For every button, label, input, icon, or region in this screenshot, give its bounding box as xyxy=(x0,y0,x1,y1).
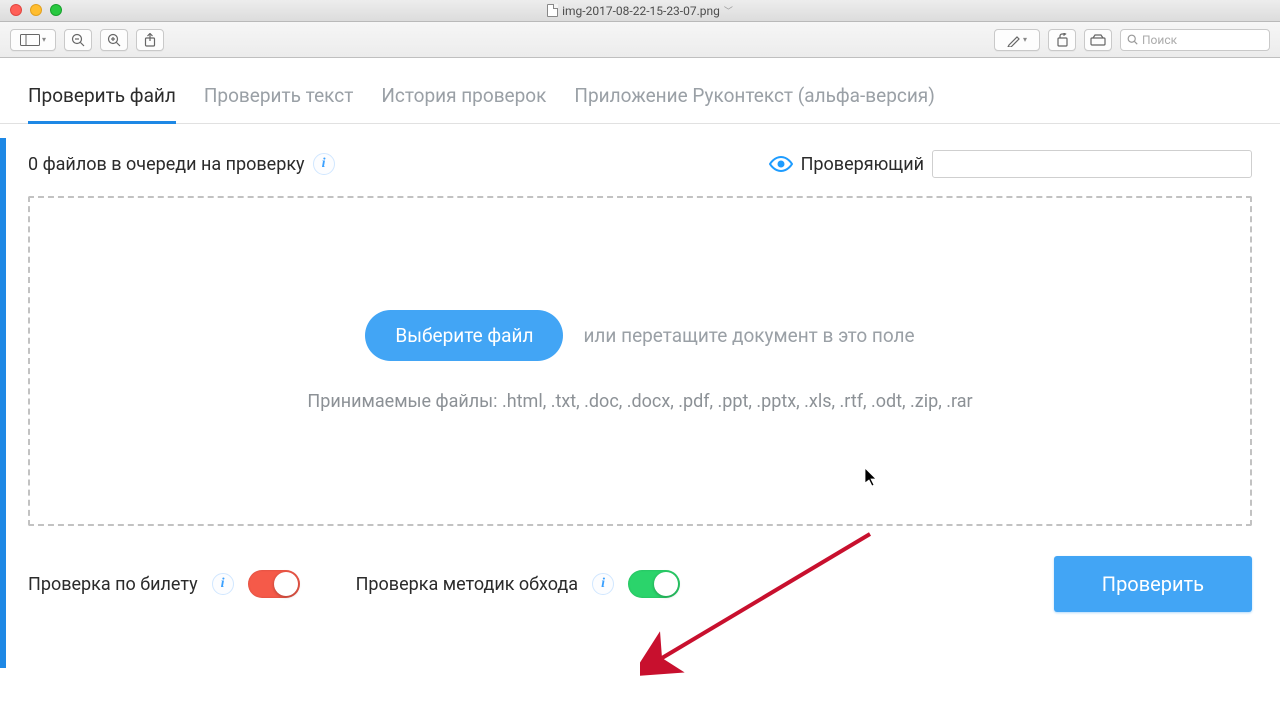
queue-status-label: 0 файлов в очереди на проверку xyxy=(28,154,305,175)
file-dropzone[interactable]: Выберите файл или перетащите документ в … xyxy=(28,196,1252,526)
fullscreen-window-button[interactable] xyxy=(50,4,62,16)
close-window-button[interactable] xyxy=(10,4,22,16)
app-tabs: Проверить файл Проверить текст История п… xyxy=(0,58,1280,124)
tab-history[interactable]: История проверок xyxy=(381,84,546,123)
chevron-down-icon[interactable]: ﹀ xyxy=(724,4,733,17)
bypass-check-info-icon[interactable]: i xyxy=(592,573,614,595)
markup-button[interactable] xyxy=(1084,29,1112,51)
rotate-button[interactable] xyxy=(1048,29,1076,51)
file-icon xyxy=(547,4,558,17)
window-filename: img-2017-08-22-15-23-07.png xyxy=(562,4,720,18)
eye-icon xyxy=(769,156,793,172)
bypass-check-toggle[interactable] xyxy=(628,570,680,598)
side-accent-strip xyxy=(0,138,6,668)
ticket-check-toggle[interactable] xyxy=(248,570,300,598)
choose-file-button[interactable]: Выберите файл xyxy=(365,310,563,361)
zoom-out-button[interactable] xyxy=(64,29,92,51)
drag-hint-text: или перетащите документ в это поле xyxy=(583,324,914,347)
web-content: Проверить файл Проверить текст История п… xyxy=(0,58,1280,720)
tab-check-text[interactable]: Проверить текст xyxy=(204,84,353,123)
search-icon xyxy=(1127,34,1138,45)
search-input[interactable]: Поиск xyxy=(1120,29,1270,51)
search-placeholder: Поиск xyxy=(1142,33,1177,47)
preview-toolbar: ▾ ▾ Поиск xyxy=(0,22,1280,58)
reviewer-input[interactable] xyxy=(932,150,1252,178)
accepted-formats-text: Принимаемые файлы: .html, .txt, .doc, .d… xyxy=(307,391,972,412)
reviewer-label: Проверяющий xyxy=(801,154,924,175)
ticket-check-label: Проверка по билету xyxy=(28,574,198,595)
annotate-button[interactable]: ▾ xyxy=(994,29,1040,51)
bypass-check-label: Проверка методик обхода xyxy=(356,574,578,595)
minimize-window-button[interactable] xyxy=(30,4,42,16)
share-button[interactable] xyxy=(136,29,164,51)
ticket-check-info-icon[interactable]: i xyxy=(212,573,234,595)
zoom-in-button[interactable] xyxy=(100,29,128,51)
check-button[interactable]: Проверить xyxy=(1054,556,1252,612)
window-titlebar: img-2017-08-22-15-23-07.png ﹀ xyxy=(0,0,1280,22)
sidebar-toggle-button[interactable]: ▾ xyxy=(10,29,56,51)
tab-check-file[interactable]: Проверить файл xyxy=(28,84,176,123)
queue-info-icon[interactable]: i xyxy=(313,153,335,175)
tab-app-alpha[interactable]: Приложение Руконтекст (альфа-версия) xyxy=(574,84,934,123)
